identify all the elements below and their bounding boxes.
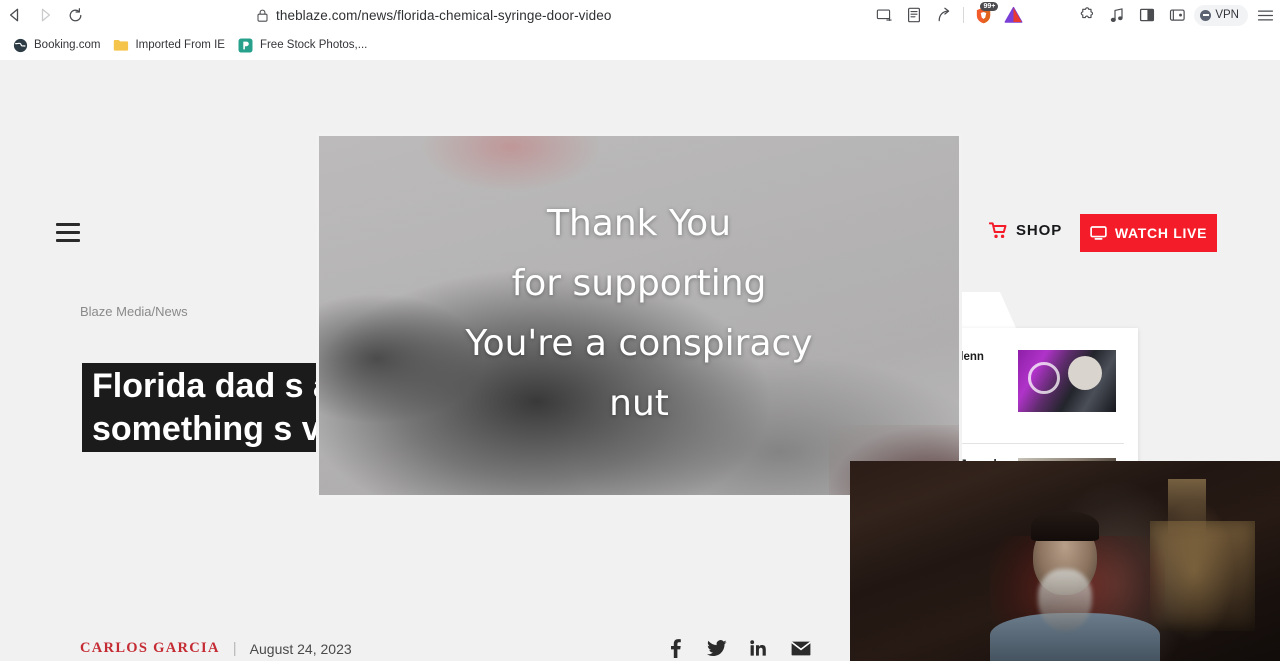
back-arrow-icon <box>9 8 19 22</box>
reading-list-icon[interactable] <box>899 1 929 29</box>
background-window <box>1150 521 1255 631</box>
address-bar[interactable]: theblaze.com/news/florida-chemical-syrin… <box>248 3 808 27</box>
breadcrumb[interactable]: Blaze Media/News <box>80 304 188 319</box>
sidebar-panel-icon[interactable] <box>1132 1 1162 29</box>
byline-separator: | <box>232 640 237 657</box>
reload-button[interactable] <box>60 1 90 29</box>
overlay-line-2: for supporting <box>511 263 767 304</box>
bookmark-label: Imported From IE <box>135 39 225 51</box>
bookmark-item-booking[interactable]: Booking.com <box>7 34 108 56</box>
forward-button[interactable] <box>30 1 60 29</box>
browser-chrome: theblaze.com/news/florida-chemical-syrin… <box>0 0 1280 60</box>
overlay-text: Thank You for supporting You're a conspi… <box>319 194 959 434</box>
forward-arrow-icon <box>41 8 51 22</box>
back-button[interactable] <box>0 1 30 29</box>
menu-bar <box>56 223 80 226</box>
share-icon[interactable] <box>929 1 959 29</box>
person-beard <box>1038 569 1092 631</box>
globe-icon <box>12 37 28 53</box>
cast-icon[interactable] <box>869 1 899 29</box>
menu-bar <box>56 239 80 242</box>
email-icon[interactable] <box>791 638 811 658</box>
brave-wallet-icon[interactable] <box>1162 1 1192 29</box>
bookmark-item-imported-ie[interactable]: Imported From IE <box>108 34 232 56</box>
bookmark-label: Free Stock Photos,... <box>259 39 368 51</box>
overlay-line-3: You're a conspiracy <box>465 323 813 364</box>
lock-icon <box>257 9 268 22</box>
shop-label: SHOP <box>1016 222 1063 239</box>
social-share-bar <box>665 638 811 658</box>
brave-playlist-icon[interactable] <box>1102 1 1132 29</box>
watch-live-button[interactable]: WATCH LIVE <box>1080 214 1217 252</box>
twitter-icon[interactable] <box>707 638 727 658</box>
bookmarks-bar: Booking.com Imported From IE Free Stock … <box>0 30 1280 60</box>
url-text: theblaze.com/news/florida-chemical-syrin… <box>276 7 612 23</box>
menu-bar <box>56 231 80 234</box>
browser-menu-button[interactable] <box>1250 1 1280 29</box>
screenshot-root: theblaze.com/news/florida-chemical-syrin… <box>0 0 1280 661</box>
vpn-label: VPN <box>1215 9 1239 21</box>
reload-icon <box>69 7 81 21</box>
toolbar-right-icons: 99+ VPN <box>869 0 1280 30</box>
brave-rewards-icon[interactable] <box>998 1 1028 29</box>
site-menu-button[interactable] <box>56 223 80 242</box>
brave-shields-icon[interactable]: 99+ <box>968 1 999 29</box>
facebook-icon[interactable] <box>665 638 685 658</box>
byline: CARLOS GARCIA | August 24, 2023 <box>80 640 352 657</box>
bookmark-label: Booking.com <box>34 39 101 51</box>
watch-live-label: WATCH LIVE <box>1114 225 1208 241</box>
overlay-line-4: nut <box>609 383 669 424</box>
bookmark-item-free-stock-photos[interactable]: Free Stock Photos,... <box>233 34 375 56</box>
toolbar-divider <box>963 7 965 23</box>
person-hair <box>1031 511 1099 541</box>
background-light <box>1168 479 1206 534</box>
linkedin-icon[interactable] <box>749 638 769 658</box>
overlay-line-1: Thank You <box>546 203 732 244</box>
shopping-cart-icon <box>989 222 1007 239</box>
podcast-thumbnail-glenn <box>1018 350 1116 412</box>
vpn-button[interactable]: VPN <box>1194 4 1248 26</box>
shields-blocked-count: 99+ <box>980 2 999 11</box>
shop-button[interactable]: SHOP <box>989 222 1062 239</box>
hamburger-menu-icon <box>1257 9 1273 21</box>
monitor-icon <box>1090 226 1107 240</box>
pexels-icon <box>238 37 254 53</box>
article-author[interactable]: CARLOS GARCIA <box>80 640 220 657</box>
thank-you-overlay: Thank You for supporting You're a conspi… <box>316 133 962 498</box>
extensions-puzzle-icon[interactable] <box>1072 1 1102 29</box>
browser-toolbar: theblaze.com/news/florida-chemical-syrin… <box>0 0 1280 30</box>
webcam-overlay <box>850 461 1280 661</box>
article-date: August 24, 2023 <box>249 640 352 657</box>
vpn-shield-icon <box>1200 9 1212 21</box>
folder-icon <box>113 37 129 53</box>
